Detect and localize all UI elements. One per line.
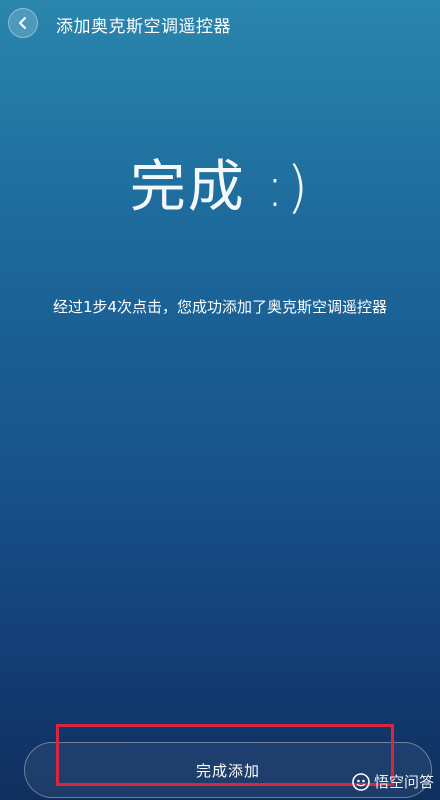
page-title: 添加奥克斯空调遥控器 xyxy=(56,17,231,37)
top-bar: 添加奥克斯空调遥控器 xyxy=(0,0,440,46)
wukong-logo-icon xyxy=(352,772,370,791)
back-button[interactable] xyxy=(8,8,38,38)
watermark: 悟空问答 xyxy=(352,771,434,792)
finish-add-label: 完成添加 xyxy=(195,761,260,780)
chevron-left-icon xyxy=(19,17,26,29)
success-summary: 经过1步4次点击，您成功添加了奥克斯空调遥控器 xyxy=(52,298,388,316)
done-headline: 完成 :) xyxy=(129,155,311,220)
watermark-text: 悟空问答 xyxy=(373,773,434,791)
screen: 添加奥克斯空调遥控器 完成 :) 经过1步4次点击，您成功添加了奥克斯空调遥控器… xyxy=(0,0,440,800)
